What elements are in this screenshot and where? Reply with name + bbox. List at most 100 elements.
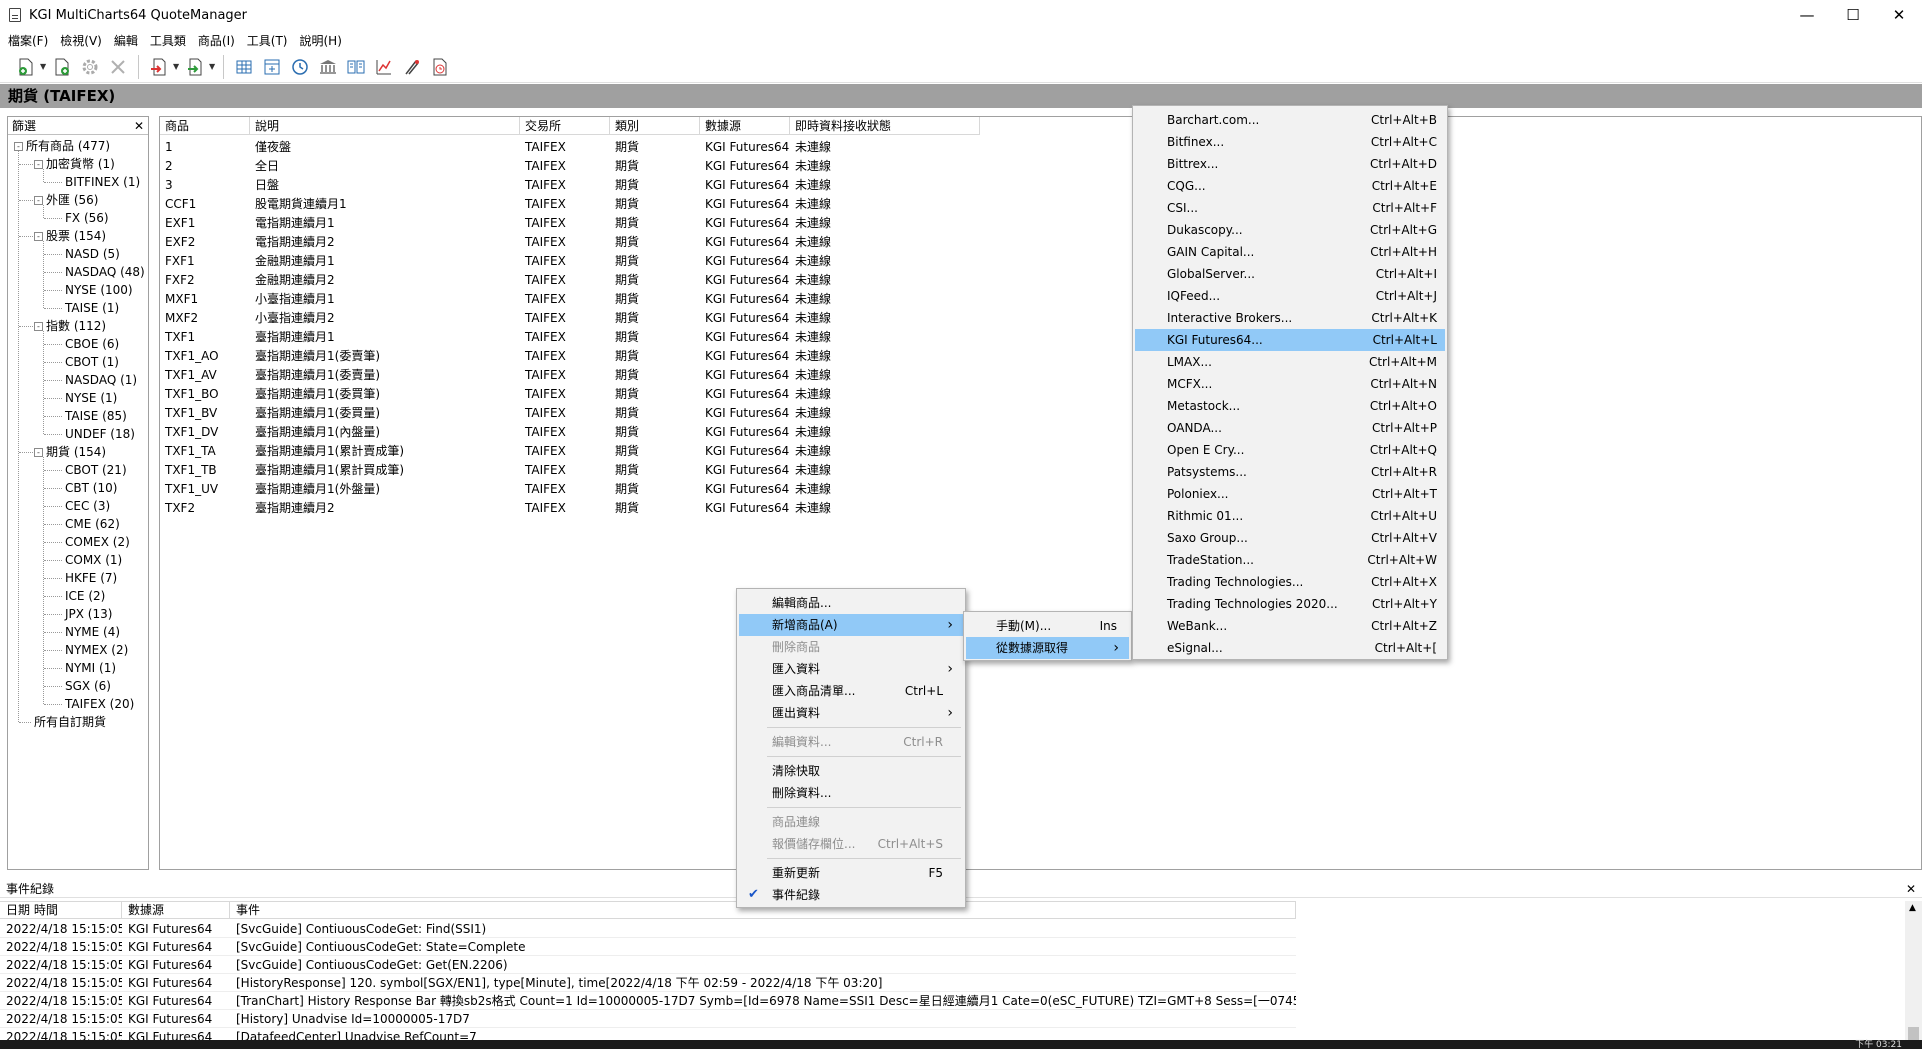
- menu-item[interactable]: 重新更新 F5: [739, 862, 963, 884]
- menu-item[interactable]: Trading Technologies 2020... Ctrl+Alt+Y: [1135, 593, 1445, 615]
- clock-icon[interactable]: [286, 54, 314, 80]
- menu-item[interactable]: TradeStation... Ctrl+Alt+W: [1135, 549, 1445, 571]
- grid-table-icon[interactable]: [230, 54, 258, 80]
- tree-node[interactable]: TAISE (85): [8, 407, 148, 425]
- collapse-toggle-icon[interactable]: -: [34, 322, 43, 331]
- tree-node[interactable]: UNDEF (18): [8, 425, 148, 443]
- collapse-toggle-icon[interactable]: -: [34, 196, 43, 205]
- tree-node[interactable]: CEC (3): [8, 497, 148, 515]
- tree-node[interactable]: NYSE (100): [8, 281, 148, 299]
- menu-item[interactable]: 報價儲存欄位... Ctrl+Alt+S: [739, 833, 963, 855]
- menu-file[interactable]: 檔案(F): [2, 32, 54, 49]
- menu-item[interactable]: GlobalServer... Ctrl+Alt+I: [1135, 263, 1445, 285]
- menu-item[interactable]: KGI Futures64... Ctrl+Alt+L: [1135, 329, 1445, 351]
- tree-node[interactable]: CBOE (6): [8, 335, 148, 353]
- table-row[interactable]: FXF2 金融期連續月2 TAIFEX 期貨 KGI Futures64 未連線: [160, 271, 980, 290]
- table-row[interactable]: 3 日盤 TAIFEX 期貨 KGI Futures64 未連線: [160, 176, 980, 195]
- table-row[interactable]: TXF1_BV 臺指期連續月1(委買量) TAIFEX 期貨 KGI Futures64…: [160, 404, 980, 423]
- table-row[interactable]: MXF2 小臺指連續月2 TAIFEX 期貨 KGI Futures64 未連線: [160, 309, 980, 328]
- import-dropdown-icon[interactable]: ▼: [173, 62, 181, 71]
- tree-node[interactable]: CME (62): [8, 515, 148, 533]
- tree-node[interactable]: - 所有商品 (477): [8, 137, 148, 155]
- tree-node[interactable]: NYMI (1): [8, 659, 148, 677]
- menu-item[interactable]: Bittrex... Ctrl+Alt+D: [1135, 153, 1445, 175]
- close-button[interactable]: ✕: [1876, 0, 1922, 30]
- export-clock-icon[interactable]: [426, 54, 454, 80]
- menu-item[interactable]: IQFeed... Ctrl+Alt+J: [1135, 285, 1445, 307]
- menu-item[interactable]: 匯入商品清單... Ctrl+L: [739, 680, 963, 702]
- new-symbol-dropdown-icon[interactable]: ▼: [40, 62, 48, 71]
- table-row[interactable]: 2 全日 TAIFEX 期貨 KGI Futures64 未連線: [160, 157, 980, 176]
- menu-item[interactable]: Trading Technologies... Ctrl+Alt+X: [1135, 571, 1445, 593]
- menu-item[interactable]: OANDA... Ctrl+Alt+P: [1135, 417, 1445, 439]
- tree-node[interactable]: SGX (6): [8, 677, 148, 695]
- scroll-up-icon[interactable]: ▲: [1909, 903, 1916, 913]
- tree-node[interactable]: TAIFEX (20): [8, 695, 148, 713]
- menu-toolbars[interactable]: 工具類: [144, 32, 192, 49]
- menu-item[interactable]: MCFX... Ctrl+Alt+N: [1135, 373, 1445, 395]
- menu-item[interactable]: 商品連線: [739, 811, 963, 833]
- tree-node[interactable]: NYSE (1): [8, 389, 148, 407]
- menu-item[interactable]: 匯出資料 ›: [739, 702, 963, 724]
- col-exchange[interactable]: 交易所: [520, 117, 610, 134]
- table-row[interactable]: TXF1_AO 臺指期連續月1(委賣筆) TAIFEX 期貨 KGI Futures64…: [160, 347, 980, 366]
- log-row[interactable]: 2022/4/18 15:15:05 KGI Futures64 [SvcGuide…: [0, 956, 1296, 974]
- tree-node[interactable]: COMX (1): [8, 551, 148, 569]
- log-col-datetime[interactable]: 日期 時間: [0, 902, 122, 918]
- menu-item[interactable]: Saxo Group... Ctrl+Alt+V: [1135, 527, 1445, 549]
- chart-window-icon[interactable]: [258, 54, 286, 80]
- menu-item[interactable]: 編輯商品...: [739, 592, 963, 614]
- tree-node[interactable]: NYME (4): [8, 623, 148, 641]
- menu-tools[interactable]: 工具(T): [241, 32, 294, 49]
- tree-node[interactable]: CBT (10): [8, 479, 148, 497]
- col-category[interactable]: 類別: [610, 117, 700, 134]
- new-item-icon[interactable]: [48, 54, 76, 80]
- menu-item[interactable]: Barchart.com... Ctrl+Alt+B: [1135, 109, 1445, 131]
- menu-view[interactable]: 檢視(V): [54, 32, 108, 49]
- maximize-button[interactable]: ☐: [1830, 0, 1876, 30]
- table-row[interactable]: TXF1_UV 臺指期連續月1(外盤量) TAIFEX 期貨 KGI Futures64…: [160, 480, 980, 499]
- menu-item[interactable]: GAIN Capital... Ctrl+Alt+H: [1135, 241, 1445, 263]
- col-symbol[interactable]: 商品^: [160, 117, 250, 134]
- table-row[interactable]: EXF1 電指期連續月1 TAIFEX 期貨 KGI Futures64 未連線: [160, 214, 980, 233]
- export-dropdown-icon[interactable]: ▼: [209, 62, 217, 71]
- log-row[interactable]: 2022/4/18 15:15:05 KGI Futures64 [SvcGuide…: [0, 938, 1296, 956]
- menu-item[interactable]: Interactive Brokers... Ctrl+Alt+K: [1135, 307, 1445, 329]
- delete-x-icon[interactable]: [104, 54, 132, 80]
- table-row[interactable]: TXF2 臺指期連續月2 TAIFEX 期貨 KGI Futures64 未連線: [160, 499, 980, 518]
- tree-node[interactable]: HKFE (7): [8, 569, 148, 587]
- menu-item[interactable]: CQG... Ctrl+Alt+E: [1135, 175, 1445, 197]
- tree-node[interactable]: JPX (13): [8, 605, 148, 623]
- menu-item[interactable]: Poloniex... Ctrl+Alt+T: [1135, 483, 1445, 505]
- log-row[interactable]: 2022/4/18 15:15:05 KGI Futures64 [History]…: [0, 1010, 1296, 1028]
- collapse-toggle-icon[interactable]: -: [34, 448, 43, 457]
- filter-close-icon[interactable]: ✕: [134, 119, 144, 133]
- table-row[interactable]: 1 僅夜盤 TAIFEX 期貨 KGI Futures64 未連線: [160, 138, 980, 157]
- menu-item[interactable]: Bitfinex... Ctrl+Alt+C: [1135, 131, 1445, 153]
- menu-item[interactable]: 手動(M)... Ins: [966, 615, 1129, 637]
- tree-node[interactable]: TAISE (1): [8, 299, 148, 317]
- col-datasource[interactable]: 數據源: [700, 117, 790, 134]
- menu-item[interactable]: 新增商品(A) ›: [739, 614, 963, 636]
- tools-icon[interactable]: [398, 54, 426, 80]
- table-row[interactable]: TXF1_TB 臺指期連續月1(累計買成筆) TAIFEX 期貨 KGI Futures…: [160, 461, 980, 480]
- tree-node[interactable]: FX (56): [8, 209, 148, 227]
- menu-item[interactable]: Patsystems... Ctrl+Alt+R: [1135, 461, 1445, 483]
- tree-node[interactable]: NASDAQ (48): [8, 263, 148, 281]
- menu-item[interactable]: 刪除資料...: [739, 782, 963, 804]
- settings-gear-icon[interactable]: [76, 54, 104, 80]
- log-row[interactable]: 2022/4/18 15:15:05 KGI Futures64 [SvcGuide…: [0, 920, 1296, 938]
- table-row[interactable]: FXF1 金融期連續月1 TAIFEX 期貨 KGI Futures64 未連線: [160, 252, 980, 271]
- col-description[interactable]: 說明: [250, 117, 520, 134]
- menu-item[interactable]: CSI... Ctrl+Alt+F: [1135, 197, 1445, 219]
- table-row[interactable]: TXF1_TA 臺指期連續月1(累計賣成筆) TAIFEX 期貨 KGI Futures…: [160, 442, 980, 461]
- collapse-toggle-icon[interactable]: -: [34, 160, 43, 169]
- table-row[interactable]: TXF1_BO 臺指期連續月1(委買筆) TAIFEX 期貨 KGI Futures64…: [160, 385, 980, 404]
- menu-item[interactable]: LMAX... Ctrl+Alt+M: [1135, 351, 1445, 373]
- event-log-close-icon[interactable]: ✕: [1906, 882, 1916, 896]
- tree-node[interactable]: CBOT (21): [8, 461, 148, 479]
- menu-item[interactable]: eSignal... Ctrl+Alt+[: [1135, 637, 1445, 659]
- menu-edit[interactable]: 編輯: [108, 32, 144, 49]
- minimize-button[interactable]: —: [1784, 0, 1830, 30]
- table-row[interactable]: TXF1_DV 臺指期連續月1(內盤量) TAIFEX 期貨 KGI Futures64…: [160, 423, 980, 442]
